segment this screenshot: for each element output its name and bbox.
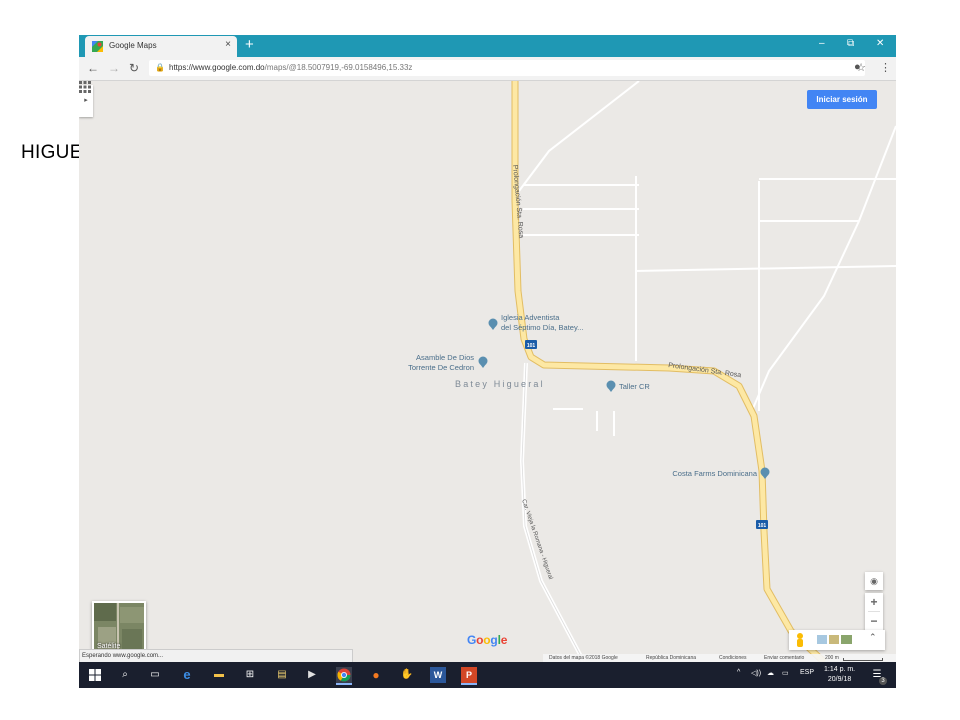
edge-browser-icon[interactable]: e [179,667,195,683]
poi-label[interactable]: Taller CR [619,382,650,391]
word-icon[interactable]: W [430,667,446,683]
scale-label: 200 m [825,655,839,661]
forward-arrow-icon[interactable]: → [108,61,120,75]
google-maps-favicon-icon [92,41,103,52]
poi-label[interactable]: Asamble De Dios [416,353,474,362]
street [750,125,896,414]
google-logo: Google [467,633,508,647]
country-link[interactable]: República Dominicana [646,655,696,661]
poi-label[interactable]: Torrente De Cedron [408,363,474,372]
network-icon[interactable]: ▭ [782,669,789,677]
media-player-icon[interactable]: ▶ [304,667,320,683]
map-data-attribution: Datos del mapa ©2018 Google [549,655,618,661]
file-explorer-icon[interactable]: ▬ [211,667,227,683]
pegman-icon[interactable] [797,633,803,647]
layer-thumbnails[interactable] [817,635,852,644]
account-icon[interactable]: ● [854,61,861,73]
address-bar-row: ← → ↻ 🔒 https://www.google.com.do/maps/@… [79,57,896,81]
volume-icon[interactable]: ◁)) [751,669,761,677]
satellite-toggle[interactable]: Satélite [92,601,146,655]
app-icon[interactable]: ✋ [399,667,415,683]
browser-window: Google Maps × + – ⧉ ✕ ← → ↻ 🔒 https://ww… [79,35,896,688]
tab-title: Google Maps [109,41,157,50]
tab-google-maps[interactable]: Google Maps × [85,36,237,57]
poi-pin-icon[interactable] [488,318,498,331]
windows-start-icon[interactable] [87,667,103,683]
close-window-button[interactable]: ✕ [876,38,884,49]
tab-close-icon[interactable]: × [225,39,231,50]
new-tab-button[interactable]: + [245,36,254,54]
terms-link[interactable]: Condiciones [719,655,747,661]
place-label-batey: Batey Higueral [455,379,545,389]
svg-text:101: 101 [527,343,536,349]
tray-chevron-icon[interactable]: ^ [737,669,740,676]
language-indicator[interactable]: ESP [800,669,814,676]
clock-date: 20/9/18 [827,676,852,683]
clock-time: 1:14 p. m. [824,666,856,673]
route-shield-101: 101 [525,340,537,349]
street [634,265,896,272]
feedback-link[interactable]: Enviar comentario [764,655,804,661]
svg-text:101: 101 [758,523,767,529]
map-canvas[interactable]: 101 101 Prolongación Sta. Rosa Prolongac… [79,81,896,662]
signin-button[interactable]: Iniciar sesión [807,90,877,109]
url-text: https://www.google.com.do/maps/@18.50079… [169,63,413,72]
menu-dots-icon[interactable]: ⋮ [880,61,891,74]
url-field[interactable]: 🔒 https://www.google.com.do/maps/@18.500… [149,60,866,76]
powerpoint-icon[interactable]: P [461,667,477,685]
task-view-icon[interactable]: ▭ [147,667,163,683]
files-icon[interactable]: ▤ [274,667,290,683]
poi-label[interactable]: Costa Farms Dominicana [672,469,757,478]
apps-grid-icon[interactable] [79,81,91,93]
reload-icon[interactable]: ↻ [129,61,139,75]
search-icon[interactable]: ⌕ [117,667,133,683]
chrome-icon[interactable] [336,667,352,685]
highway-casing [511,81,827,662]
browser-status-bar: Esperando www.google.com... [79,649,353,663]
notifications-icon[interactable]: ☰ 3 [869,667,887,685]
windows-taskbar: ⌕ ▭ e ▬ ⊞ ▤ ▶ ● ✋ W P ^ ◁)) ☁ ▭ ESP 1:14… [79,662,896,688]
route-shield-101: 101 [756,520,768,529]
poi-label[interactable]: del Séptimo Día, Batey... [501,323,583,332]
street [518,81,640,192]
minimize-button[interactable]: – [819,38,825,49]
my-location-button[interactable]: ◉ [865,572,883,590]
map-footer: Datos del mapa ©2018 Google República Do… [543,654,896,662]
zoom-in-button[interactable]: + [865,593,883,611]
expand-layers-icon[interactable]: ⌃ [869,632,877,643]
poi-pin-icon[interactable] [478,356,488,369]
back-arrow-icon[interactable]: ← [87,61,99,75]
minor-streets [518,81,896,436]
cloud-icon[interactable]: ☁ [767,669,774,677]
zoom-control: + − [865,593,883,631]
poi-label[interactable]: Iglesia Adventista [501,313,560,322]
store-icon[interactable]: ⊞ [242,667,258,683]
firefox-icon[interactable]: ● [368,667,384,683]
restore-button[interactable]: ⧉ [847,38,854,49]
poi-pin-icon[interactable] [606,380,616,393]
scale-bar [843,658,883,661]
lock-icon: 🔒 [155,63,165,72]
zoom-out-button[interactable]: − [865,612,883,630]
clock[interactable]: 1:14 p. m. 20/9/18 [824,665,855,685]
notification-count-badge: 3 [879,677,887,685]
layers-bar: ⌃ [789,630,885,650]
tab-bar: Google Maps × + – ⧉ ✕ [79,35,896,57]
